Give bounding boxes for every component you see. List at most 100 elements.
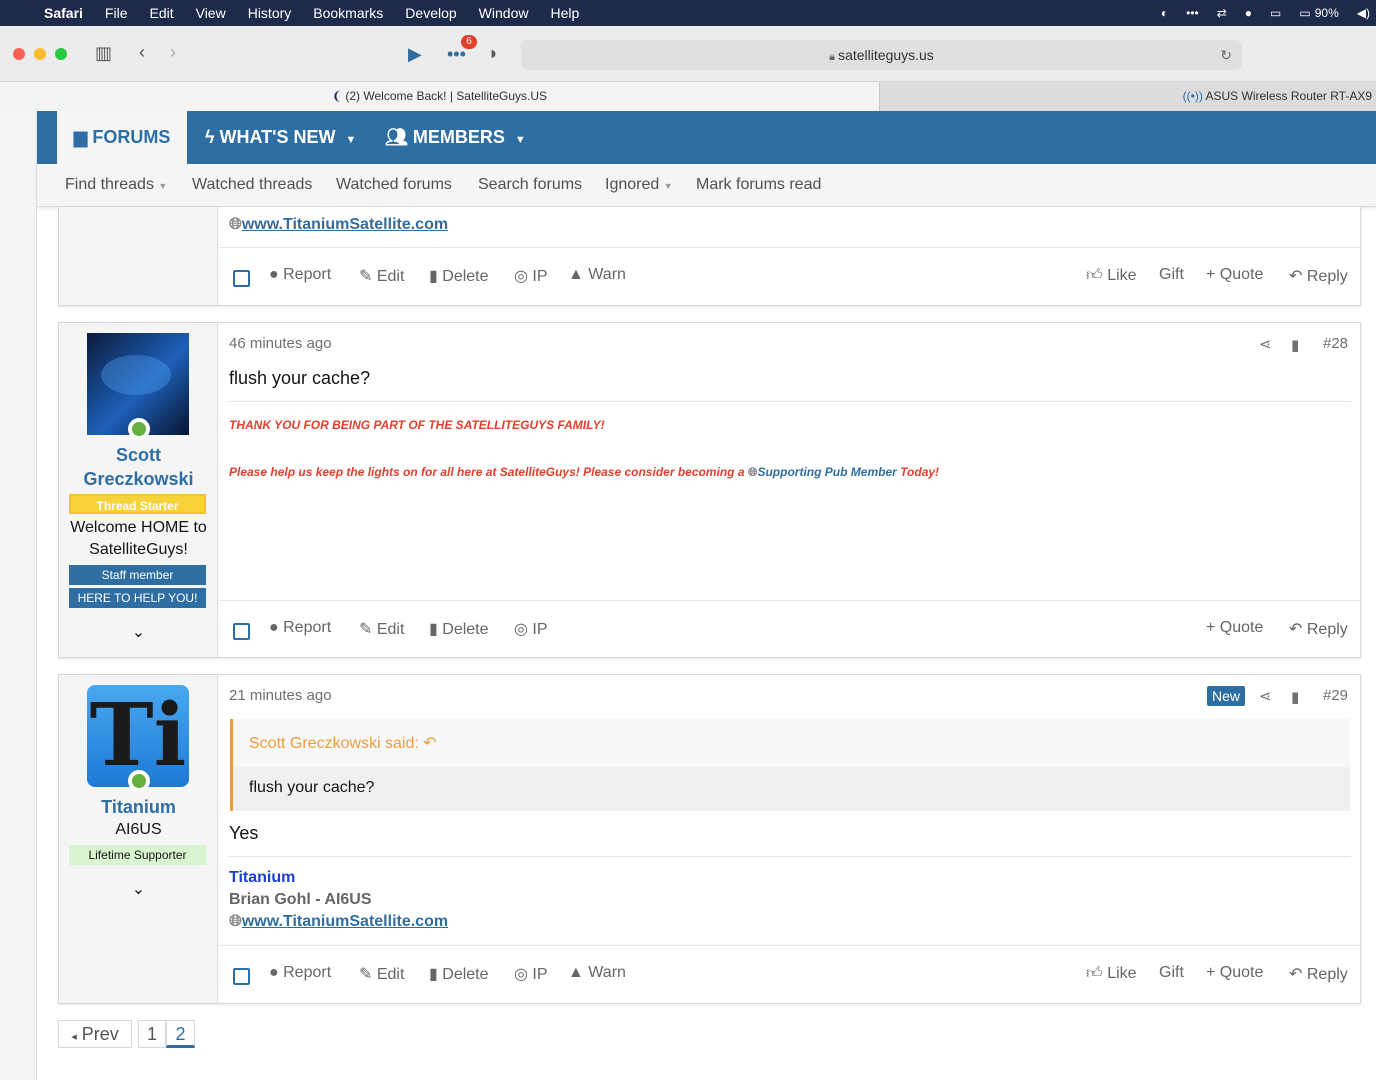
edit-button[interactable]: ✎ Edit — [359, 619, 404, 639]
quote-author-link[interactable]: Scott Greczkowski said: ↶ — [249, 733, 437, 753]
report-icon: ● — [269, 266, 279, 283]
satellite-dish-image — [101, 355, 171, 395]
nav-members[interactable]: 👥︎ MEMBERS ▼ — [385, 111, 526, 164]
warn-button[interactable]: ▲ Warn — [568, 964, 626, 982]
bookmark-icon[interactable]: ▮ — [1291, 688, 1299, 706]
more-icon[interactable]: ••• — [1186, 6, 1199, 20]
search-forums-link[interactable]: Search forums — [478, 176, 582, 194]
menu-history[interactable]: History — [248, 5, 292, 21]
menu-window[interactable]: Window — [479, 5, 529, 21]
menu-safari[interactable]: Safari — [44, 5, 83, 21]
gift-button[interactable]: Gift — [1159, 266, 1184, 284]
warning-icon: ▲ — [568, 266, 584, 283]
quote-button[interactable]: + Quote — [1206, 266, 1263, 284]
like-button[interactable]: 👍︎ Like — [1086, 266, 1137, 285]
notification-icon[interactable]: ▭ — [1270, 6, 1281, 20]
nav-forums[interactable]: ▆ FORUMS — [57, 111, 187, 164]
report-button[interactable]: ● Report — [269, 266, 331, 284]
online-status-icon — [128, 418, 150, 440]
gift-button[interactable]: Gift — [1159, 964, 1184, 982]
trash-icon: ▮ — [429, 268, 438, 285]
username-scott[interactable]: Scott — [59, 445, 218, 466]
reply-button[interactable]: ↶ Reply — [1289, 266, 1348, 286]
menu-edit[interactable]: Edit — [149, 5, 173, 21]
focus-icon[interactable]: ◐ — [1161, 6, 1168, 20]
post-number[interactable]: #28 — [1323, 335, 1348, 352]
minimize-window-button[interactable] — [34, 48, 46, 60]
username-titanium[interactable]: Titanium — [59, 797, 218, 818]
delete-button[interactable]: ▮ Delete — [429, 619, 489, 639]
signature-website-link[interactable]: 🌐︎www.TitaniumSatellite.com — [229, 216, 448, 234]
page-2-current[interactable]: 2 — [166, 1020, 195, 1048]
reply-button[interactable]: ↶ Reply — [1289, 964, 1348, 984]
expand-user-icon[interactable]: ⌄ — [59, 622, 218, 642]
warn-button[interactable]: ▲ Warn — [568, 266, 626, 284]
select-post-checkbox[interactable] — [233, 270, 250, 287]
menu-bookmarks[interactable]: Bookmarks — [313, 5, 383, 21]
menu-view[interactable]: View — [196, 5, 226, 21]
quote-button[interactable]: + Quote — [1206, 964, 1263, 982]
menu-help[interactable]: Help — [550, 5, 579, 21]
post-time[interactable]: 21 minutes ago — [229, 687, 332, 704]
report-button[interactable]: ● Report — [269, 964, 331, 982]
volume-icon[interactable]: ◀) — [1357, 6, 1370, 20]
share-icon[interactable]: ⋖ — [1259, 687, 1272, 705]
reply-button[interactable]: ↶ Reply — [1289, 619, 1348, 639]
page-1-link[interactable]: 1 — [138, 1020, 166, 1048]
share-icon[interactable]: ⋖ — [1259, 335, 1272, 353]
edit-button[interactable]: ✎ Edit — [359, 266, 404, 286]
forward-icon[interactable]: › — [170, 42, 176, 63]
nav-whats-new[interactable]: ϟ WHAT'S NEW ▼ — [205, 111, 356, 164]
menu-develop[interactable]: Develop — [405, 5, 456, 21]
post-message: flush your cache? — [229, 368, 371, 388]
username-scott-last[interactable]: Greczkowski — [59, 469, 218, 490]
user-title-line1: Welcome HOME to — [70, 519, 207, 536]
battery-icon[interactable]: ▭ — [1299, 6, 1310, 20]
select-post-checkbox[interactable] — [233, 623, 250, 640]
close-window-button[interactable] — [13, 48, 25, 60]
post-number[interactable]: #29 — [1323, 687, 1348, 704]
watched-forums-link[interactable]: Watched forums — [336, 176, 452, 194]
teamviewer-icon[interactable]: ⇄ — [1217, 6, 1227, 20]
bookmark-icon[interactable]: ▮ — [1291, 336, 1299, 354]
supporting-member-link[interactable]: Supporting Pub Member — [757, 465, 896, 479]
reply-icon: ↶ — [1289, 966, 1303, 983]
edit-button[interactable]: ✎ Edit — [359, 964, 404, 984]
sidebar-icon[interactable]: ▥ — [95, 43, 112, 64]
privacy-shield-icon[interactable]: ◗ — [488, 43, 499, 64]
quote-button[interactable]: + Quote — [1206, 619, 1263, 637]
reload-icon[interactable]: ↻ — [1220, 40, 1232, 70]
quote-body — [233, 767, 1350, 811]
tab-title: ASUS Wireless Router RT-AX9 — [1205, 89, 1373, 103]
select-post-checkbox[interactable] — [233, 968, 250, 985]
like-button[interactable]: 👍︎ Like — [1086, 964, 1137, 983]
post-time[interactable]: 46 minutes ago — [229, 335, 332, 352]
address-bar[interactable]: 🔒︎ satelliteguys.us ↻ — [521, 40, 1242, 70]
extension-icon[interactable]: ▶ — [408, 44, 422, 65]
dropdown-caret-icon[interactable]: ▼ — [345, 134, 356, 146]
expand-user-icon[interactable]: ⌄ — [59, 879, 218, 899]
back-icon[interactable]: ‹ — [139, 42, 145, 63]
watched-threads-link[interactable]: Watched threads — [192, 176, 312, 194]
prev-page-button[interactable]: ◂ Prev — [58, 1020, 132, 1048]
menu-file[interactable]: File — [105, 5, 128, 21]
dropdown-caret-icon[interactable]: ▼ — [515, 134, 526, 146]
signature-website-link[interactable]: 🌐︎www.TitaniumSatellite.com — [229, 913, 448, 931]
tab-satelliteguys[interactable]: ❨ (2) Welcome Back! | SatelliteGuys.US — [0, 82, 880, 111]
report-icon: ● — [269, 964, 279, 981]
delete-button[interactable]: ▮ Delete — [429, 266, 489, 286]
ip-button[interactable]: ◎ IP — [514, 964, 548, 984]
pencil-icon: ✎ — [359, 966, 373, 983]
report-button[interactable]: ● Report — [269, 619, 331, 637]
mark-forums-read-link[interactable]: Mark forums read — [696, 176, 821, 194]
post-user-sidebar: Scott Greczkowski Thread Starter Welcome… — [59, 323, 218, 657]
ignored-link[interactable]: Ignored ▼ — [605, 176, 673, 194]
tab-asus-router[interactable]: ((•)) ASUS Wireless Router RT-AX9 — [881, 82, 1376, 111]
app-status-icon[interactable]: ● — [1245, 6, 1252, 20]
ip-button[interactable]: ◎ IP — [514, 619, 548, 639]
ip-button[interactable]: ◎ IP — [514, 266, 548, 286]
delete-button[interactable]: ▮ Delete — [429, 964, 489, 984]
thumbs-up-icon: 👍︎ — [1086, 267, 1103, 284]
find-threads-link[interactable]: Find threads ▼ — [65, 176, 167, 194]
zoom-window-button[interactable] — [55, 48, 67, 60]
